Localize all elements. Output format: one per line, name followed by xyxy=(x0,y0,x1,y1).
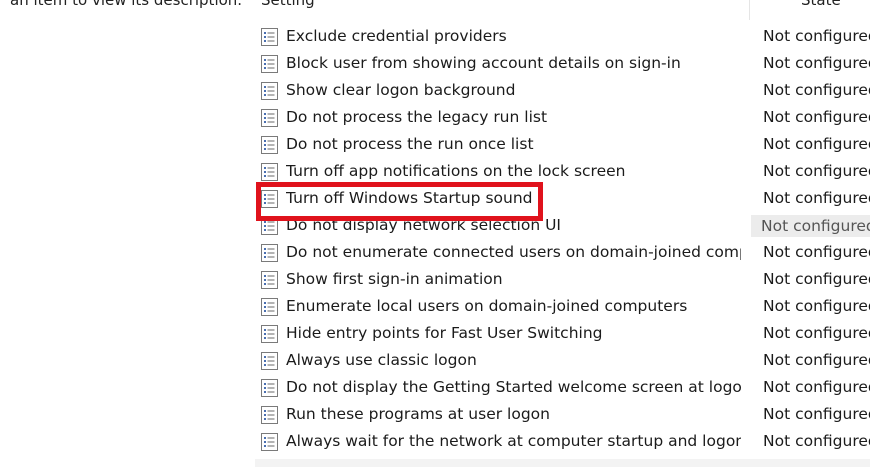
policy-setting-icon xyxy=(261,136,278,154)
setting-name: Always wait for the network at computer … xyxy=(286,432,741,450)
policy-setting-icon xyxy=(261,406,278,424)
setting-state: Not configured xyxy=(763,54,870,72)
table-row[interactable]: Do not process the legacy run list Not c… xyxy=(255,105,870,132)
policy-setting-icon xyxy=(261,82,278,100)
setting-name: Show first sign-in animation xyxy=(286,270,503,288)
setting-name: Hide entry points for Fast User Switchin… xyxy=(286,324,603,342)
table-row[interactable]: Always use classic logon Not configured xyxy=(255,348,870,375)
settings-rows: Exclude credential providers Not configu… xyxy=(255,24,870,456)
setting-state: Not configured xyxy=(763,135,870,153)
setting-state: Not configured xyxy=(763,27,870,45)
setting-state: Not configured xyxy=(763,432,870,450)
policy-setting-icon xyxy=(261,163,278,181)
highlight-annotation xyxy=(256,182,543,221)
policy-setting-icon xyxy=(261,298,278,316)
table-row[interactable]: Hide entry points for Fast User Switchin… xyxy=(255,321,870,348)
description-text: an item to view its description. xyxy=(10,0,243,9)
setting-state: Not configured xyxy=(763,189,870,207)
column-divider[interactable] xyxy=(749,0,750,20)
setting-name: Run these programs at user logon xyxy=(286,405,550,423)
setting-state: Not configured xyxy=(763,81,870,99)
policy-setting-icon xyxy=(261,244,278,262)
table-row[interactable]: Run these programs at user logon Not con… xyxy=(255,402,870,429)
setting-name: Do not enumerate connected users on doma… xyxy=(286,243,741,261)
table-row[interactable]: Do not process the run once list Not con… xyxy=(255,132,870,159)
setting-name: Do not display the Getting Started welco… xyxy=(286,378,741,396)
horizontal-scrollbar[interactable] xyxy=(255,459,870,467)
table-row[interactable]: Show clear logon background Not configur… xyxy=(255,78,870,105)
setting-state: Not configured xyxy=(763,351,870,369)
settings-list: Setting State Exclude credential provide… xyxy=(255,0,870,467)
policy-setting-icon xyxy=(261,325,278,343)
setting-state: Not configured xyxy=(763,108,870,126)
list-header: Setting State xyxy=(255,0,870,20)
setting-state: Not configured xyxy=(763,270,870,288)
description-pane: an item to view its description. xyxy=(0,0,255,467)
setting-name: Always use classic logon xyxy=(286,351,477,369)
policy-setting-icon xyxy=(261,28,278,46)
setting-name: Do not process the legacy run list xyxy=(286,108,548,126)
setting-name: Show clear logon background xyxy=(286,81,516,99)
policy-setting-icon xyxy=(261,433,278,451)
policy-setting-icon xyxy=(261,271,278,289)
table-row[interactable]: Do not display the Getting Started welco… xyxy=(255,375,870,402)
column-header-state[interactable]: State xyxy=(801,0,841,9)
setting-state: Not configured xyxy=(763,378,870,396)
table-row[interactable]: Always wait for the network at computer … xyxy=(255,429,870,456)
policy-setting-icon xyxy=(261,109,278,127)
table-row[interactable]: Do not enumerate connected users on doma… xyxy=(255,240,870,267)
setting-name: Do not process the run once list xyxy=(286,135,534,153)
setting-state: Not configured xyxy=(751,215,870,237)
table-row[interactable]: Exclude credential providers Not configu… xyxy=(255,24,870,51)
setting-name: Enumerate local users on domain-joined c… xyxy=(286,297,688,315)
policy-setting-icon xyxy=(261,55,278,73)
setting-state: Not configured xyxy=(763,405,870,423)
setting-name: Turn off app notifications on the lock s… xyxy=(286,162,626,180)
column-header-setting[interactable]: Setting xyxy=(261,0,315,9)
table-row[interactable]: Show first sign-in animation Not configu… xyxy=(255,267,870,294)
policy-setting-icon xyxy=(261,379,278,397)
setting-state: Not configured xyxy=(763,243,870,261)
table-row[interactable]: Block user from showing account details … xyxy=(255,51,870,78)
setting-state: Not configured xyxy=(763,297,870,315)
policy-setting-icon xyxy=(261,352,278,370)
setting-name: Block user from showing account details … xyxy=(286,54,681,72)
table-row[interactable]: Enumerate local users on domain-joined c… xyxy=(255,294,870,321)
setting-state: Not configured xyxy=(763,324,870,342)
setting-state: Not configured xyxy=(763,162,870,180)
setting-name: Exclude credential providers xyxy=(286,27,507,45)
